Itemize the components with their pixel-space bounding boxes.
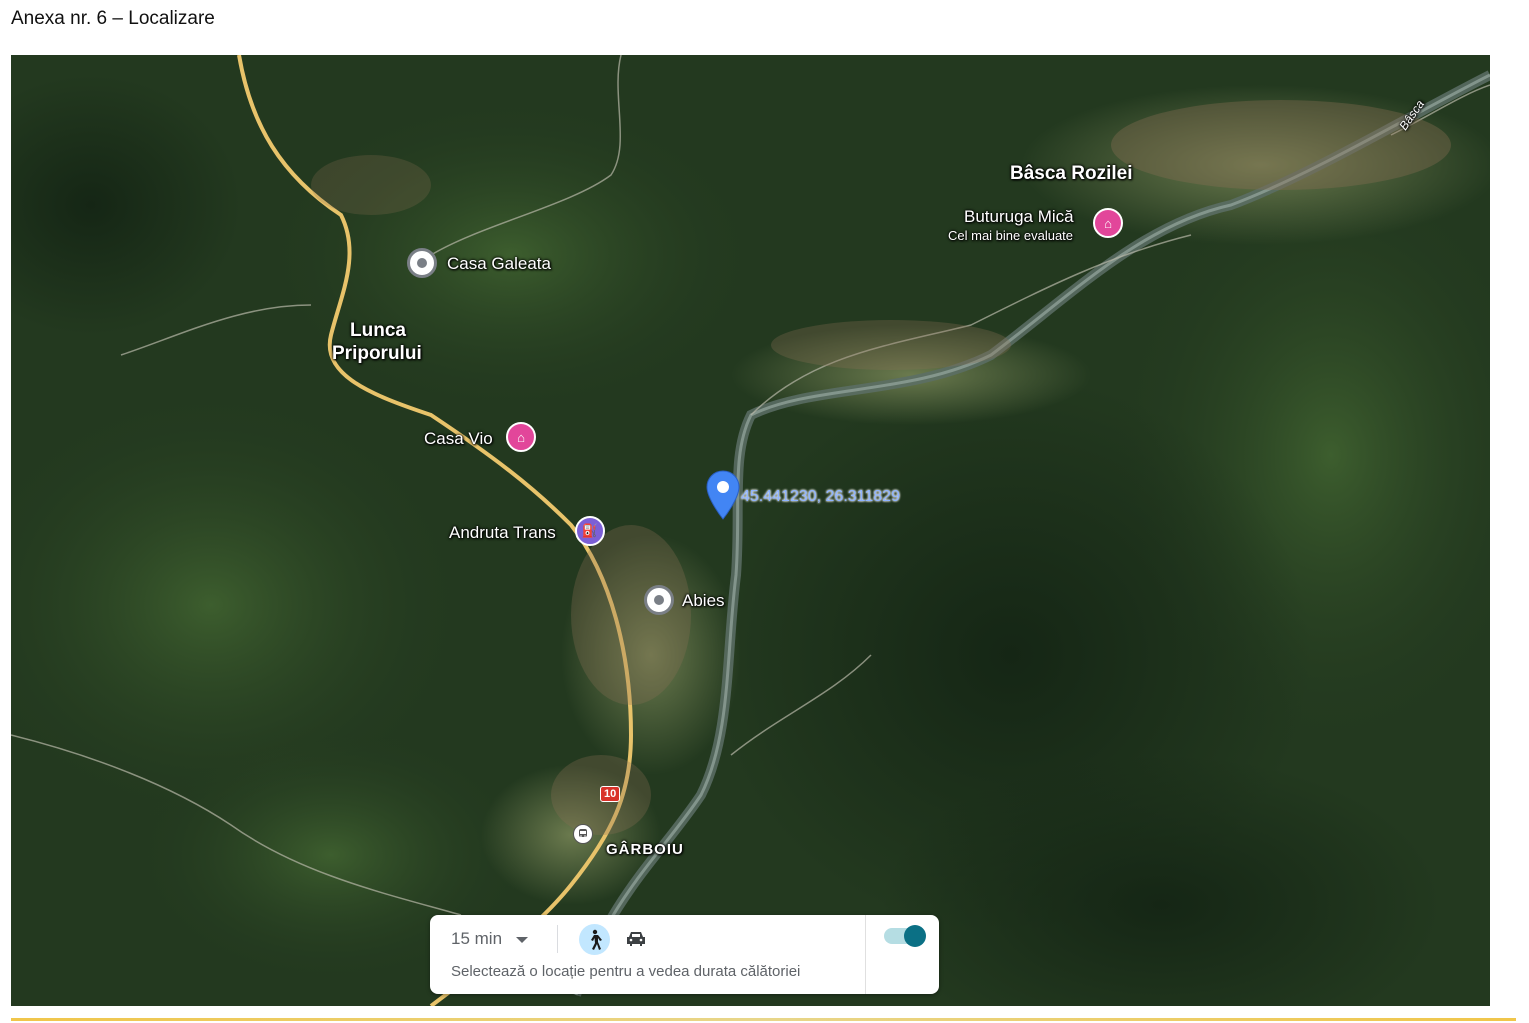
route-shield: 10	[600, 786, 621, 802]
map-terrain	[11, 55, 1490, 1006]
toggle-knob	[904, 925, 926, 947]
location-pin-icon[interactable]	[407, 248, 437, 278]
basca-rozilei-label: Bâsca Rozilei	[1010, 163, 1133, 184]
dropped-pin-icon[interactable]	[705, 469, 741, 521]
walking-mode-button[interactable]	[579, 924, 610, 955]
lunca-label-line2: Priporului	[332, 343, 422, 364]
place-andruta-trans[interactable]: Andruta Trans	[449, 523, 556, 543]
page-bottom-rule	[11, 1018, 1516, 1021]
dropped-pin-coordinates: 45.441230, 26.311829	[741, 488, 900, 505]
place-casa-vio[interactable]: Casa Vio	[424, 429, 493, 449]
travel-time-hint: Selectează o locație pentru a vedea dura…	[451, 963, 801, 980]
divider	[865, 915, 866, 994]
place-abies[interactable]: Abies	[682, 591, 725, 611]
lunca-label-line1: Lunca	[350, 320, 406, 341]
chevron-down-icon[interactable]	[516, 937, 528, 943]
place-casa-galeata[interactable]: Casa Galeata	[447, 254, 551, 274]
travel-time-panel: 15 min Selectează o locație pentru a ved…	[430, 915, 939, 994]
place-buturuga-subtitle: Cel mai bine evaluate	[948, 228, 1074, 243]
fuel-pump-icon[interactable]: ⛽	[575, 516, 605, 546]
location-pin-icon[interactable]	[644, 585, 674, 615]
walking-icon	[591, 929, 602, 950]
travel-time-select[interactable]: 15 min	[451, 929, 502, 949]
car-icon	[627, 932, 645, 946]
hotel-icon[interactable]: ⌂	[1093, 208, 1123, 238]
satellite-map[interactable]: Lunca Priporului Bâsca Rozilei GÂRBOIU B…	[11, 55, 1490, 1006]
transit-icon[interactable]	[573, 824, 593, 844]
travel-time-toggle[interactable]	[884, 925, 926, 947]
driving-mode-button[interactable]	[624, 929, 648, 949]
garboiu-label: GÂRBOIU	[606, 841, 684, 858]
place-buturuga-mica[interactable]: Buturuga Mică	[964, 207, 1074, 227]
divider	[557, 925, 558, 953]
document-title: Anexa nr. 6 – Localizare	[11, 8, 215, 29]
hotel-icon[interactable]: ⌂	[506, 422, 536, 452]
